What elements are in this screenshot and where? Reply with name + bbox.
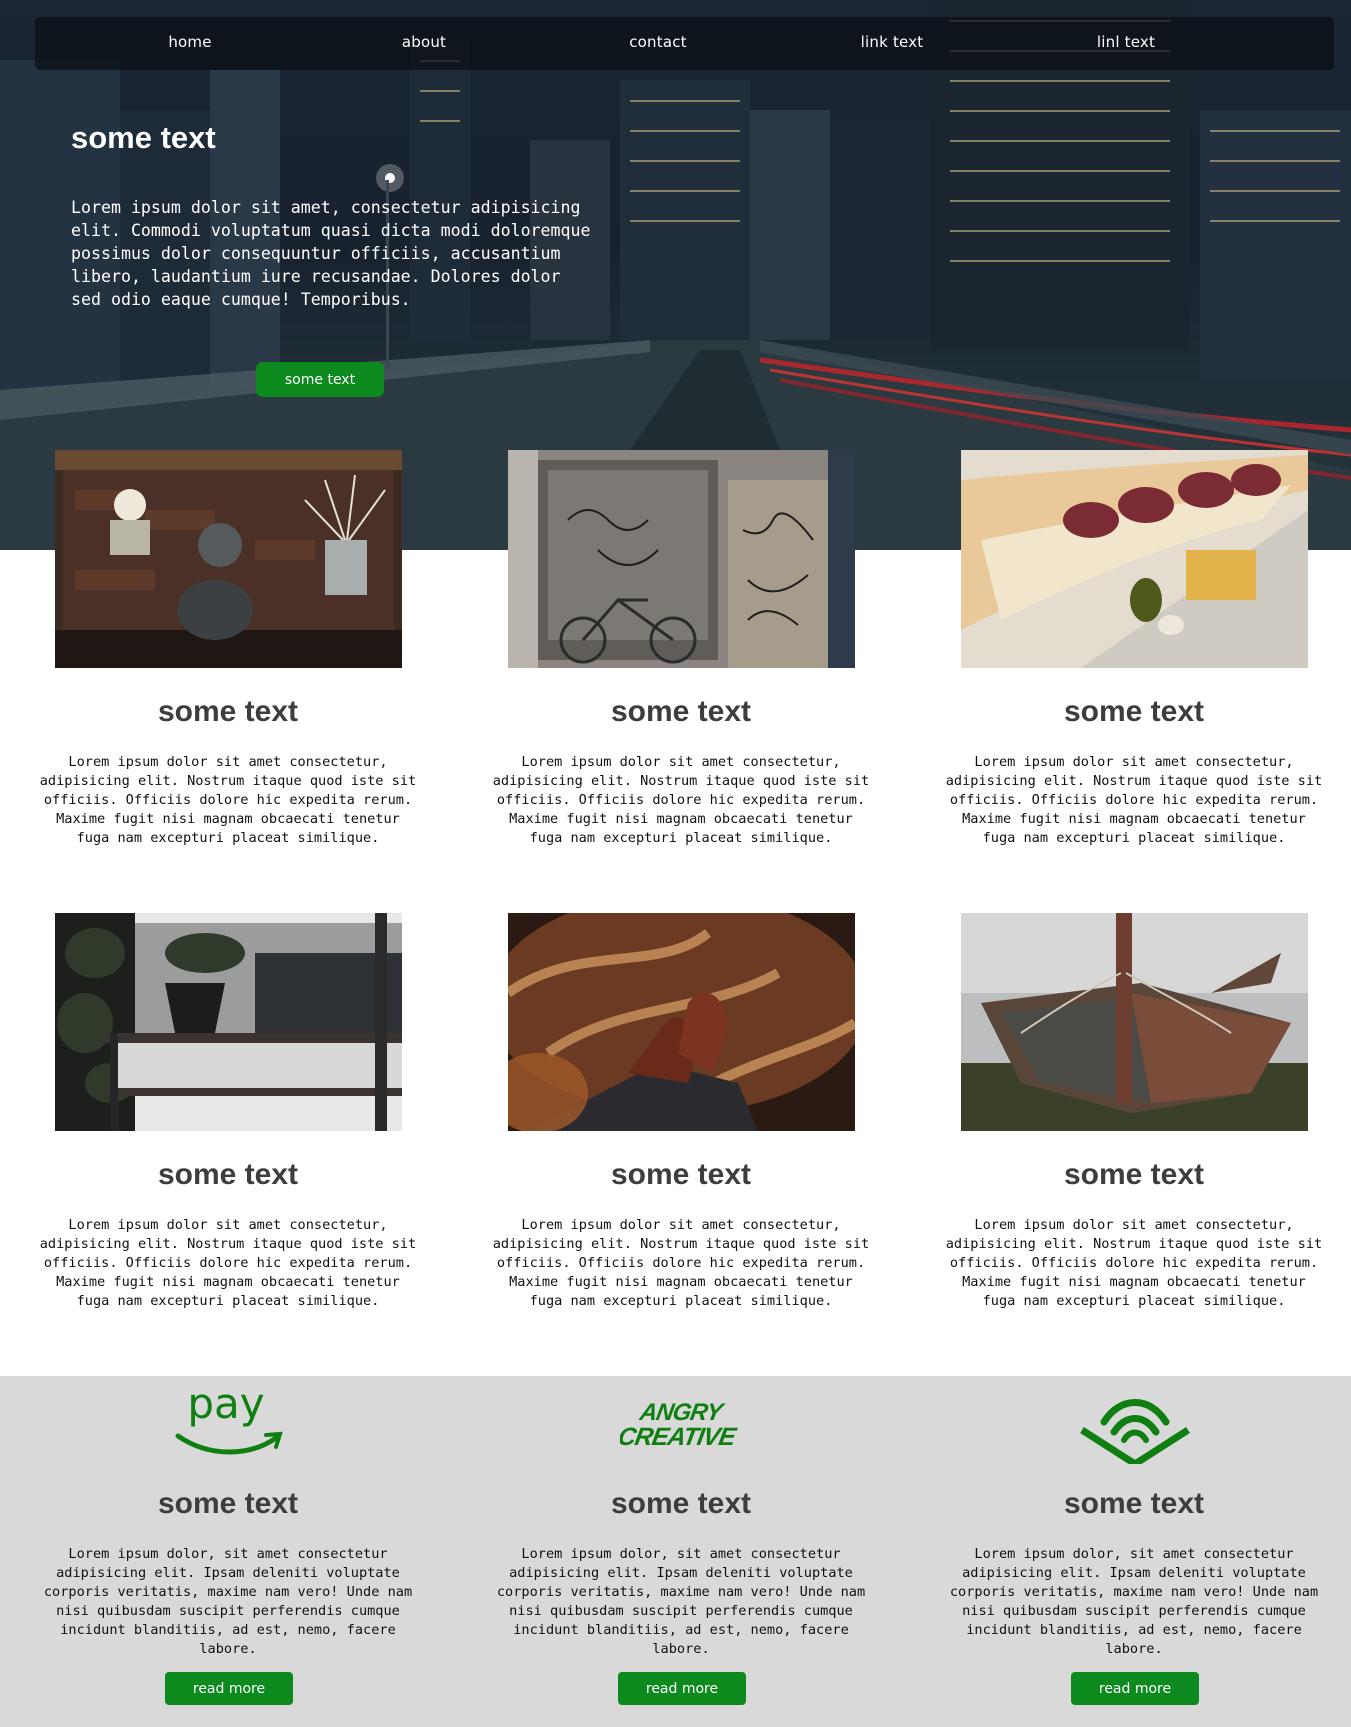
card-text: Lorem ipsum dolor sit amet consectetur, … [492, 1217, 870, 1309]
card-text: Lorem ipsum dolor sit amet consectetur, … [945, 1217, 1323, 1309]
card-title: some text [610, 1158, 752, 1191]
card-text: Lorem ipsum dolor sit amet consectetur, … [492, 754, 870, 846]
card-image-graffiti-door [508, 450, 855, 668]
nav-link-5[interactable]: linl text [1097, 33, 1155, 51]
partners-section: pay ANGRY CREATIVE some text some text s… [0, 1376, 1351, 1727]
card-image-plant-window [55, 913, 402, 1131]
amazon-pay-logo: pay [170, 1379, 290, 1462]
card-text: Lorem ipsum dolor sit amet consectetur, … [945, 754, 1323, 846]
svg-text:CREATIVE: CREATIVE [620, 1423, 739, 1451]
partner-text: Lorem ipsum dolor, sit amet consectetur … [43, 1546, 413, 1657]
card-image-shoes [508, 913, 855, 1131]
nav-link-4[interactable]: link text [861, 33, 924, 51]
svg-text:ANGRY: ANGRY [637, 1399, 727, 1426]
card-title: some text [1063, 695, 1205, 728]
card-title: some text [610, 695, 752, 728]
angry-creative-logo: ANGRY CREATIVE [616, 1394, 745, 1454]
svg-text:pay: pay [187, 1380, 264, 1428]
partner-title: some text [610, 1487, 752, 1520]
card-title: some text [1063, 1158, 1205, 1191]
card-image-baguette [961, 450, 1308, 668]
card-title: some text [157, 1158, 299, 1191]
hero-button[interactable]: some text [256, 362, 384, 397]
partner-title: some text [1063, 1487, 1205, 1520]
partner-text: Lorem ipsum dolor, sit amet consectetur … [949, 1546, 1319, 1657]
read-more-button[interactable]: read more [1071, 1672, 1199, 1705]
partner-title: some text [157, 1487, 299, 1520]
hero-title: some text [71, 120, 216, 155]
card-text: Lorem ipsum dolor sit amet consectetur, … [39, 1217, 417, 1309]
nav-link-contact[interactable]: contact [629, 33, 687, 51]
nav-link-home[interactable]: home [168, 33, 211, 51]
hero-text: Lorem ipsum dolor sit amet, consectetur … [71, 198, 591, 309]
card-image-kettle-shelf [55, 450, 402, 668]
card-title: some text [157, 695, 299, 728]
nav-bar: home about contact link text linl text [35, 17, 1334, 70]
nav-link-about[interactable]: about [402, 33, 446, 51]
card-image-boat [961, 913, 1308, 1131]
read-more-button[interactable]: read more [618, 1672, 746, 1705]
audible-logo [1074, 1384, 1194, 1468]
card-text: Lorem ipsum dolor sit amet consectetur, … [39, 754, 417, 846]
read-more-button[interactable]: read more [165, 1672, 293, 1705]
partner-text: Lorem ipsum dolor, sit amet consectetur … [496, 1546, 866, 1657]
